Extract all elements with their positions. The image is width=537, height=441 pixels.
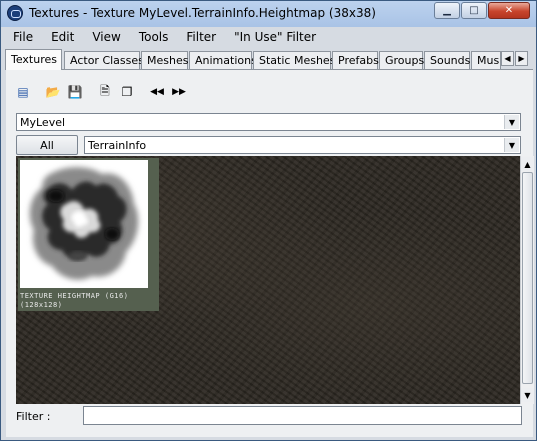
group-combo[interactable]: TerrainInfo ▼	[84, 136, 521, 154]
save-icon[interactable]: 💾	[65, 82, 85, 102]
menu-view[interactable]: View	[83, 28, 129, 46]
filter-input[interactable]	[83, 406, 522, 425]
tab-sounds[interactable]: Sounds	[424, 51, 470, 70]
scroll-down-icon[interactable]: ▼	[521, 388, 534, 402]
package-combo-value: MyLevel	[20, 116, 66, 129]
texture-viewer[interactable]: TEXTURE HEIGHTMAP (G16) (128x128)	[16, 156, 520, 404]
browser-tabs: Textures Actor Classes Meshes Animations…	[5, 49, 533, 70]
heightmap-image	[20, 160, 148, 288]
next-icon[interactable]: ▶▶	[169, 82, 189, 102]
open-icon[interactable]: 📂	[43, 82, 63, 102]
tab-scroll-left-icon[interactable]: ◀	[501, 51, 514, 66]
copy-icon[interactable]: ❐	[117, 82, 137, 102]
menu-in-use-filter[interactable]: "In Use" Filter	[225, 28, 325, 46]
filter-label: Filter :	[16, 410, 51, 423]
tab-textures[interactable]: Textures	[5, 49, 62, 70]
toolbar: ▤ 📂 💾 🗎 ❐ ◀◀ ▶▶	[13, 82, 191, 104]
texture-size: (128x128)	[20, 301, 63, 309]
window-controls: ▁ □ ✕	[433, 2, 530, 19]
title-bar[interactable]: Textures - Texture MyLevel.TerrainInfo.H…	[1, 1, 536, 27]
browse-icon[interactable]: ▤	[13, 82, 33, 102]
toolbar-separator	[87, 82, 95, 104]
tab-meshes[interactable]: Meshes	[141, 51, 188, 70]
texture-label: TEXTURE HEIGHTMAP (G16) (128x128)	[20, 292, 158, 310]
group-combo-value: TerrainInfo	[88, 139, 147, 152]
all-button[interactable]: All	[16, 135, 78, 155]
tab-groups[interactable]: Groups	[379, 51, 424, 70]
tab-prefabs[interactable]: Prefabs	[332, 51, 379, 70]
tab-scroll-right-icon[interactable]: ▶	[515, 51, 528, 66]
scroll-up-icon[interactable]: ▲	[521, 157, 534, 171]
properties-icon[interactable]: 🗎	[95, 82, 115, 102]
close-button[interactable]: ✕	[488, 2, 530, 19]
toolbar-separator	[139, 82, 147, 104]
prev-icon[interactable]: ◀◀	[147, 82, 167, 102]
tab-actor-classes[interactable]: Actor Classes	[64, 51, 144, 70]
texture-thumbnail[interactable]: TEXTURE HEIGHTMAP (G16) (128x128)	[18, 158, 159, 311]
chevron-down-icon[interactable]: ▼	[504, 138, 519, 152]
menu-edit[interactable]: Edit	[42, 28, 83, 46]
menu-tools[interactable]: Tools	[130, 28, 178, 46]
tab-music[interactable]: Mus	[471, 51, 501, 70]
chevron-down-icon[interactable]: ▼	[504, 115, 519, 129]
textures-browser-window: Textures - Texture MyLevel.TerrainInfo.H…	[0, 0, 537, 441]
tab-animations[interactable]: Animations	[189, 51, 257, 70]
unreal-logo-icon	[7, 5, 23, 21]
window-title: Textures - Texture MyLevel.TerrainInfo.H…	[29, 6, 376, 20]
maximize-button[interactable]: □	[461, 2, 487, 19]
package-combo[interactable]: MyLevel ▼	[16, 113, 521, 131]
minimize-button[interactable]: ▁	[434, 2, 460, 19]
scrollbar-thumb[interactable]	[522, 172, 533, 384]
menu-filter[interactable]: Filter	[177, 28, 225, 46]
toolbar-separator	[35, 82, 43, 104]
texture-name: TEXTURE HEIGHTMAP (G16)	[20, 292, 129, 300]
tab-static-meshes[interactable]: Static Meshes	[253, 51, 335, 70]
vertical-scrollbar[interactable]: ▲ ▼	[520, 156, 534, 404]
menu-file[interactable]: File	[5, 28, 42, 46]
textures-panel: ▤ 📂 💾 🗎 ❐ ◀◀ ▶▶ MyLevel ▼ All TerrainInf…	[6, 70, 534, 437]
menu-bar: File Edit View Tools Filter "In Use" Fil…	[5, 28, 325, 46]
